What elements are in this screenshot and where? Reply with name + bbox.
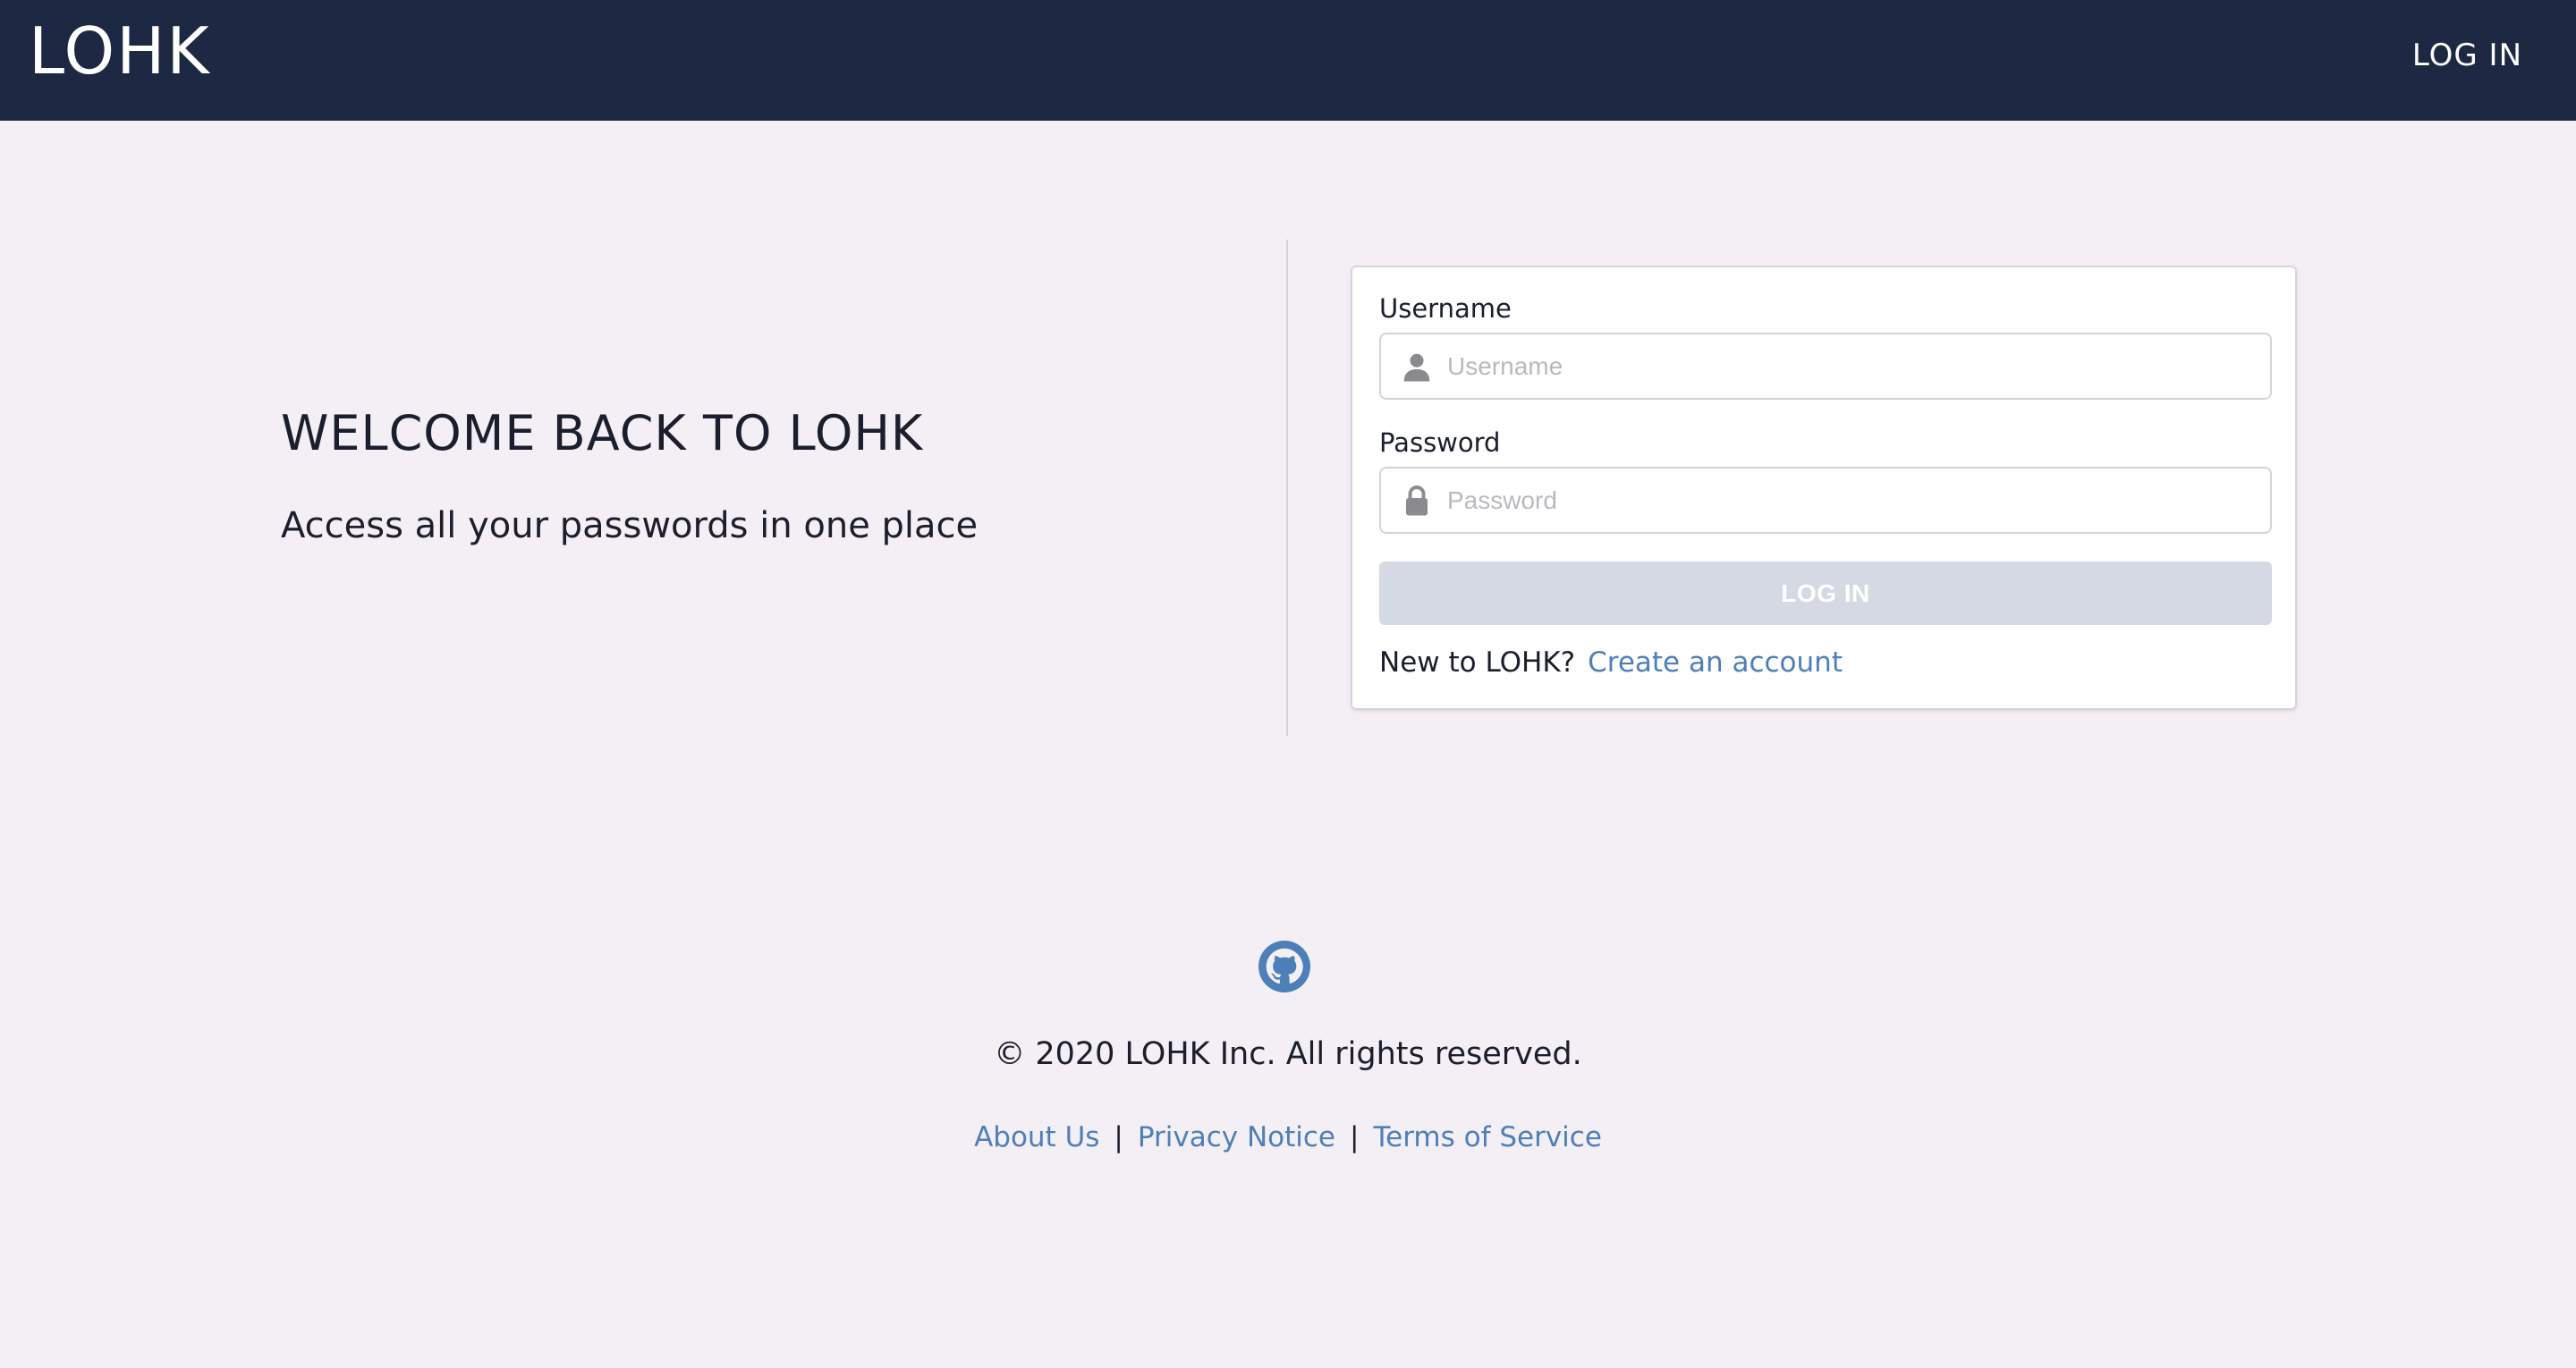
footer-separator: | (1114, 1121, 1123, 1153)
vertical-divider (1286, 240, 1288, 736)
lock-icon (1406, 486, 1428, 516)
signup-row: New to LOHK? Create an account (1379, 643, 1843, 682)
terms-of-service-link[interactable]: Terms of Service (1373, 1121, 1601, 1153)
username-label: Username (1379, 293, 1512, 324)
github-icon[interactable] (1258, 941, 1310, 992)
copyright-text: © 2020 LOHK Inc. All rights reserved. (994, 1036, 1582, 1072)
welcome-section: WELCOME BACK TO LOHK Access all your pas… (281, 402, 1220, 551)
username-field[interactable] (1379, 333, 2272, 400)
create-account-link[interactable]: Create an account (1588, 646, 1843, 679)
top-navbar: LOHK LOG IN (0, 0, 2576, 121)
login-submit-button[interactable]: LOG IN (1379, 562, 2272, 625)
privacy-notice-link[interactable]: Privacy Notice (1138, 1121, 1335, 1153)
footer-separator: | (1350, 1121, 1360, 1153)
username-input[interactable] (1447, 334, 2252, 398)
password-field[interactable] (1379, 467, 2272, 534)
welcome-heading: WELCOME BACK TO LOHK (281, 405, 924, 461)
nav-login-link[interactable]: LOG IN (2412, 34, 2522, 77)
user-icon (1403, 353, 1430, 382)
about-us-link[interactable]: About Us (974, 1121, 1099, 1153)
login-form-card: Username Password LOG IN New to LOHK? Cre… (1351, 266, 2297, 710)
brand-logo[interactable]: LOHK (29, 11, 211, 91)
welcome-subtitle: Access all your passwords in one place (281, 505, 979, 546)
password-input[interactable] (1447, 469, 2252, 532)
password-label: Password (1379, 427, 1501, 458)
footer-links: About Us | Privacy Notice | Terms of Service (0, 1118, 2576, 1157)
signup-prompt: New to LOHK? (1379, 646, 1576, 679)
